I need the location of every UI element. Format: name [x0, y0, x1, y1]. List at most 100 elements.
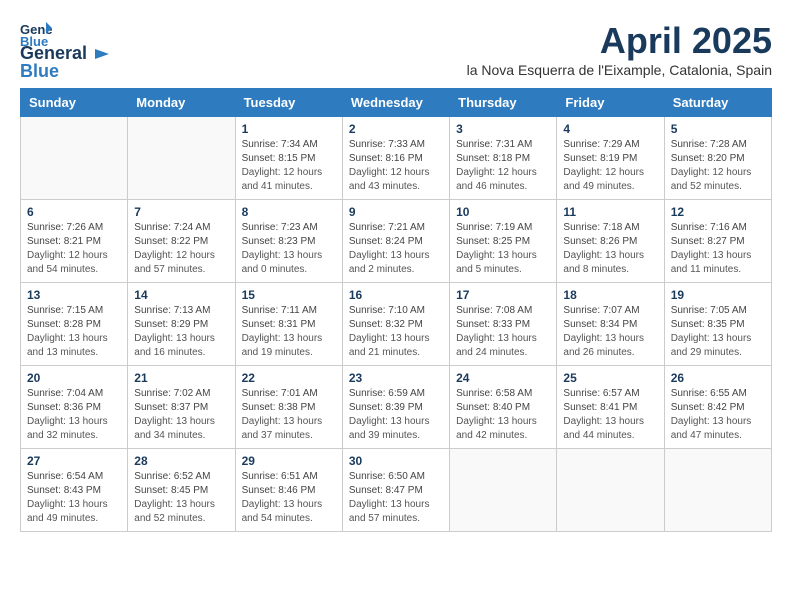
calendar-cell: 11 Sunrise: 7:18 AMSunset: 8:26 PMDayligh… [557, 200, 664, 283]
day-number: 9 [349, 205, 443, 219]
logo: General Blue General Blue [20, 20, 111, 80]
weekday-header: Friday [557, 89, 664, 117]
day-number: 28 [134, 454, 228, 468]
day-info: Sunrise: 7:15 AMSunset: 8:28 PMDaylight:… [27, 304, 121, 360]
day-number: 17 [456, 288, 550, 302]
calendar-cell: 1 Sunrise: 7:34 AMSunset: 8:15 PMDaylight… [235, 117, 342, 200]
calendar-cell: 24 Sunrise: 6:58 AMSunset: 8:40 PMDayligh… [450, 366, 557, 449]
day-number: 21 [134, 371, 228, 385]
title-block: April 2025 la Nova Esquerra de l'Eixampl… [467, 20, 772, 78]
day-number: 22 [242, 371, 336, 385]
weekday-header: Wednesday [342, 89, 449, 117]
logo-line1: General [20, 43, 87, 63]
day-number: 24 [456, 371, 550, 385]
calendar-cell: 3Sunrise: 7:31 AMSunset: 8:18 PMDaylight… [450, 117, 557, 200]
day-number: 27 [27, 454, 121, 468]
calendar-week-row: 1 Sunrise: 7:34 AMSunset: 8:15 PMDaylight… [21, 117, 772, 200]
day-info: Sunrise: 7:13 AMSunset: 8:29 PMDaylight:… [134, 304, 228, 360]
day-info: Sunrise: 6:55 AMSunset: 8:42 PMDaylight:… [671, 387, 765, 443]
calendar-week-row: 20 Sunrise: 7:04 AMSunset: 8:36 PMDayligh… [21, 366, 772, 449]
calendar-table: SundayMondayTuesdayWednesdayThursdayFrid… [20, 88, 772, 532]
page-header: General Blue General Blue April 2025 la … [20, 20, 772, 80]
day-number: 2 [349, 122, 443, 136]
day-info: Sunrise: 6:58 AMSunset: 8:40 PMDaylight:… [456, 387, 550, 443]
day-number: 1 [242, 122, 336, 136]
day-number: 13 [27, 288, 121, 302]
calendar-cell: 4 Sunrise: 7:29 AMSunset: 8:19 PMDaylight… [557, 117, 664, 200]
calendar-cell [664, 449, 771, 532]
day-number: 8 [242, 205, 336, 219]
calendar-week-row: 6 Sunrise: 7:26 AMSunset: 8:21 PMDaylight… [21, 200, 772, 283]
calendar-cell: 26Sunrise: 6:55 AMSunset: 8:42 PMDayligh… [664, 366, 771, 449]
day-number: 23 [349, 371, 443, 385]
calendar-cell: 8 Sunrise: 7:23 AMSunset: 8:23 PMDaylight… [235, 200, 342, 283]
day-info: Sunrise: 7:26 AMSunset: 8:21 PMDaylight:… [27, 221, 121, 277]
day-info: Sunrise: 7:11 AMSunset: 8:31 PMDaylight:… [242, 304, 336, 360]
day-number: 7 [134, 205, 228, 219]
weekday-header: Tuesday [235, 89, 342, 117]
calendar-cell: 16 Sunrise: 7:10 AMSunset: 8:32 PMDayligh… [342, 283, 449, 366]
logo-line2: Blue [20, 62, 59, 80]
day-number: 4 [563, 122, 657, 136]
calendar-cell: 15Sunrise: 7:11 AMSunset: 8:31 PMDayligh… [235, 283, 342, 366]
day-info: Sunrise: 7:24 AMSunset: 8:22 PMDaylight:… [134, 221, 228, 277]
day-number: 16 [349, 288, 443, 302]
calendar-cell: 7 Sunrise: 7:24 AMSunset: 8:22 PMDaylight… [128, 200, 235, 283]
calendar-cell: 9Sunrise: 7:21 AMSunset: 8:24 PMDaylight… [342, 200, 449, 283]
day-info: Sunrise: 7:29 AMSunset: 8:19 PMDaylight:… [563, 138, 657, 194]
day-number: 6 [27, 205, 121, 219]
calendar-cell: 27 Sunrise: 6:54 AMSunset: 8:43 PMDayligh… [21, 449, 128, 532]
calendar-cell: 20 Sunrise: 7:04 AMSunset: 8:36 PMDayligh… [21, 366, 128, 449]
day-info: Sunrise: 7:05 AMSunset: 8:35 PMDaylight:… [671, 304, 765, 360]
day-number: 11 [563, 205, 657, 219]
day-info: Sunrise: 7:02 AMSunset: 8:37 PMDaylight:… [134, 387, 228, 443]
day-info: Sunrise: 6:54 AMSunset: 8:43 PMDaylight:… [27, 470, 121, 526]
day-info: Sunrise: 7:31 AMSunset: 8:18 PMDaylight:… [456, 138, 550, 194]
day-number: 19 [671, 288, 765, 302]
calendar-cell: 22Sunrise: 7:01 AMSunset: 8:38 PMDayligh… [235, 366, 342, 449]
day-info: Sunrise: 7:04 AMSunset: 8:36 PMDaylight:… [27, 387, 121, 443]
day-info: Sunrise: 7:34 AMSunset: 8:15 PMDaylight:… [242, 138, 336, 194]
calendar-cell: 10 Sunrise: 7:19 AMSunset: 8:25 PMDayligh… [450, 200, 557, 283]
day-info: Sunrise: 6:59 AMSunset: 8:39 PMDaylight:… [349, 387, 443, 443]
calendar-cell: 17 Sunrise: 7:08 AMSunset: 8:33 PMDayligh… [450, 283, 557, 366]
calendar-week-row: 27 Sunrise: 6:54 AMSunset: 8:43 PMDayligh… [21, 449, 772, 532]
logo-arrow [93, 47, 111, 61]
day-info: Sunrise: 7:10 AMSunset: 8:32 PMDaylight:… [349, 304, 443, 360]
day-number: 30 [349, 454, 443, 468]
day-info: Sunrise: 7:33 AMSunset: 8:16 PMDaylight:… [349, 138, 443, 194]
weekday-header: Thursday [450, 89, 557, 117]
calendar-cell [450, 449, 557, 532]
calendar-cell: 23 Sunrise: 6:59 AMSunset: 8:39 PMDayligh… [342, 366, 449, 449]
day-number: 18 [563, 288, 657, 302]
day-info: Sunrise: 7:23 AMSunset: 8:23 PMDaylight:… [242, 221, 336, 277]
calendar-cell: 28 Sunrise: 6:52 AMSunset: 8:45 PMDayligh… [128, 449, 235, 532]
day-number: 14 [134, 288, 228, 302]
calendar-cell: 18 Sunrise: 7:07 AMSunset: 8:34 PMDayligh… [557, 283, 664, 366]
day-info: Sunrise: 7:19 AMSunset: 8:25 PMDaylight:… [456, 221, 550, 277]
weekday-header: Monday [128, 89, 235, 117]
day-info: Sunrise: 6:51 AMSunset: 8:46 PMDaylight:… [242, 470, 336, 526]
day-info: Sunrise: 7:16 AMSunset: 8:27 PMDaylight:… [671, 221, 765, 277]
weekday-header: Saturday [664, 89, 771, 117]
calendar-cell: 25 Sunrise: 6:57 AMSunset: 8:41 PMDayligh… [557, 366, 664, 449]
calendar-cell: 21 Sunrise: 7:02 AMSunset: 8:37 PMDayligh… [128, 366, 235, 449]
weekday-header: Sunday [21, 89, 128, 117]
day-info: Sunrise: 7:08 AMSunset: 8:33 PMDaylight:… [456, 304, 550, 360]
calendar-cell: 2 Sunrise: 7:33 AMSunset: 8:16 PMDaylight… [342, 117, 449, 200]
day-number: 29 [242, 454, 336, 468]
day-number: 25 [563, 371, 657, 385]
day-info: Sunrise: 7:28 AMSunset: 8:20 PMDaylight:… [671, 138, 765, 194]
calendar-cell: 14 Sunrise: 7:13 AMSunset: 8:29 PMDayligh… [128, 283, 235, 366]
day-info: Sunrise: 6:52 AMSunset: 8:45 PMDaylight:… [134, 470, 228, 526]
day-info: Sunrise: 7:07 AMSunset: 8:34 PMDaylight:… [563, 304, 657, 360]
day-info: Sunrise: 7:18 AMSunset: 8:26 PMDaylight:… [563, 221, 657, 277]
calendar-cell: 30Sunrise: 6:50 AMSunset: 8:47 PMDayligh… [342, 449, 449, 532]
weekday-header-row: SundayMondayTuesdayWednesdayThursdayFrid… [21, 89, 772, 117]
day-number: 10 [456, 205, 550, 219]
calendar-cell [128, 117, 235, 200]
calendar-cell: 6 Sunrise: 7:26 AMSunset: 8:21 PMDaylight… [21, 200, 128, 283]
day-number: 20 [27, 371, 121, 385]
month-title: April 2025 [467, 20, 772, 62]
day-info: Sunrise: 6:57 AMSunset: 8:41 PMDaylight:… [563, 387, 657, 443]
